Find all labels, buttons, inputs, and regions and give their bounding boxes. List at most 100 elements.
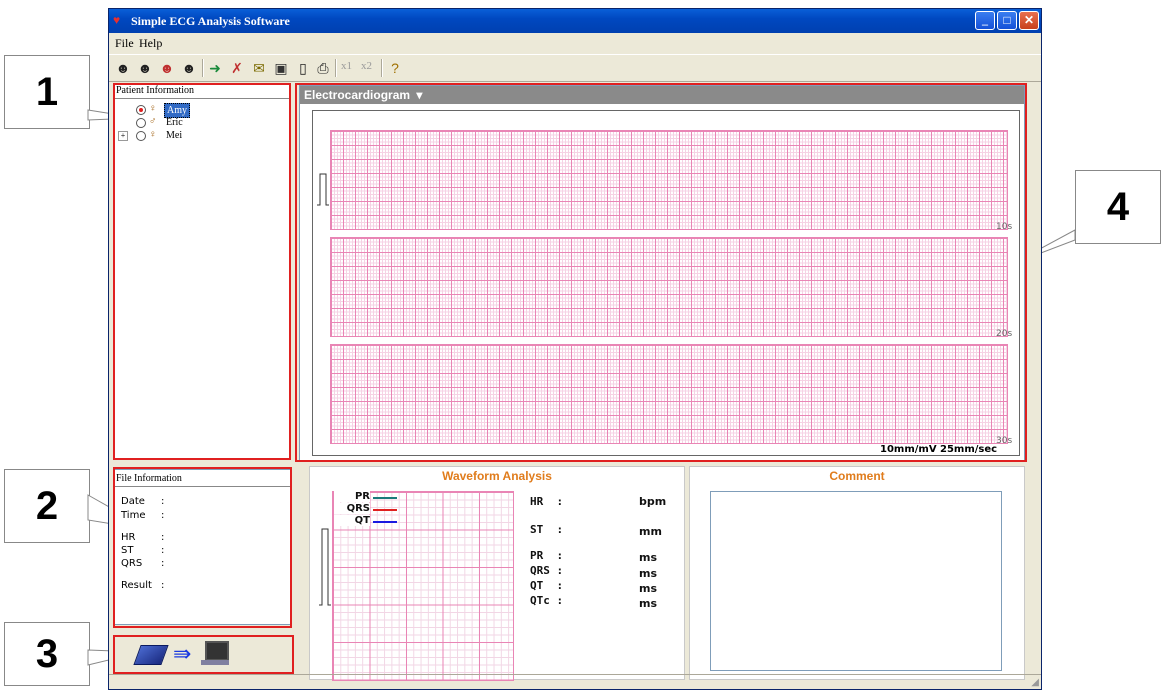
- delete-record-icon[interactable]: ✗: [227, 58, 247, 78]
- calibration-pulse: [317, 173, 329, 206]
- expand-plus-icon[interactable]: +: [118, 131, 128, 141]
- ecg-panel: Electrocardiogram ▾ 10s 20s 30s 10mm/mV …: [299, 85, 1025, 461]
- measure-qtc-label: QTc :: [530, 594, 564, 607]
- file-field-st: ST: [121, 545, 133, 556]
- patient-item-mei[interactable]: + ♀ Mei: [118, 129, 198, 142]
- print-icon[interactable]: ⎙: [313, 58, 333, 78]
- file-field-qrs-sep: :: [161, 558, 165, 569]
- patient-person-icon: ♀: [149, 103, 157, 114]
- field-label: ST: [121, 545, 134, 556]
- measure-qtc-unit: ms: [639, 597, 658, 610]
- file-field-time: Time: [121, 510, 145, 521]
- file-field-st-sep: :: [161, 545, 165, 556]
- zoom-x1-button[interactable]: x1: [341, 60, 352, 72]
- comment-textarea[interactable]: [710, 491, 1002, 671]
- ecg-header-label: Electrocardiogram: [304, 88, 411, 102]
- mail-icon[interactable]: ✉: [249, 58, 269, 78]
- file-field-time-sep: :: [161, 510, 165, 521]
- patient-info-title: Patient Information: [114, 84, 290, 99]
- measure-st-unit: mm: [639, 525, 662, 538]
- patient-item-eric[interactable]: ♂ Eric: [136, 116, 196, 129]
- field-label: Result: [121, 580, 152, 591]
- field-label: Date: [121, 496, 145, 507]
- print-preview-icon[interactable]: ▯: [293, 58, 313, 78]
- ecg-strip-2: [330, 237, 1008, 337]
- legend-pr: PR: [334, 491, 370, 502]
- legend-qt: QT: [334, 515, 370, 526]
- ecg-header[interactable]: Electrocardiogram ▾: [300, 86, 1024, 104]
- patient-person-icon: ♂: [149, 116, 157, 127]
- toolbar-separator: [335, 59, 337, 77]
- measure-qt-unit: ms: [639, 582, 658, 595]
- patient-info-panel: Patient Information ♀ Amy ♂ Eric + ♀ Mei: [113, 83, 291, 459]
- strip-time-label: 10s: [996, 222, 1013, 232]
- file-field-result-sep: :: [161, 580, 165, 591]
- patient-radio[interactable]: [136, 118, 146, 128]
- file-info-title: File Information: [114, 470, 290, 487]
- zoom-x2-button[interactable]: x2: [361, 60, 372, 72]
- file-field-date-sep: :: [161, 496, 165, 507]
- window-title: Simple ECG Analysis Software: [131, 14, 290, 28]
- minimize-button[interactable]: _: [975, 11, 995, 30]
- waveform-analysis-title: Waveform Analysis: [442, 469, 552, 483]
- file-field-result: Result: [121, 580, 152, 591]
- close-button[interactable]: ✕: [1019, 11, 1039, 30]
- app-heart-icon: ♥: [113, 13, 121, 27]
- patient-radio[interactable]: [136, 131, 146, 141]
- strip-time-label: 20s: [996, 329, 1013, 339]
- transfer-panel: ⇛: [113, 635, 293, 674]
- legend-qt-line: [373, 521, 397, 523]
- help-icon[interactable]: ?: [385, 58, 405, 78]
- patient-radio-selected[interactable]: [136, 105, 146, 115]
- field-label: QRS: [121, 558, 143, 569]
- file-field-date: Date: [121, 496, 145, 507]
- toolbar-separator: [381, 59, 383, 77]
- file-field-qrs: QRS: [121, 558, 142, 569]
- device-icon[interactable]: [133, 645, 169, 665]
- ecg-strip-3: [330, 344, 1008, 444]
- measure-qrs-label: QRS :: [530, 564, 564, 577]
- legend-qrs: QRS: [334, 503, 370, 514]
- legend-qrs-line: [373, 509, 397, 511]
- arrow-right-icon: ⇛: [173, 641, 191, 666]
- import-arrow-icon[interactable]: ➜: [205, 58, 225, 78]
- save-icon[interactable]: ▣: [271, 58, 291, 78]
- status-bar: ◢: [109, 674, 1041, 689]
- patient-delete-icon[interactable]: ☻: [157, 58, 177, 78]
- legend-pr-line: [373, 497, 397, 499]
- file-field-hr-sep: :: [161, 532, 165, 543]
- field-label: HR: [121, 532, 136, 543]
- toolbar-separator: [202, 59, 204, 77]
- patient-add-icon[interactable]: ☻: [113, 58, 133, 78]
- patient-name: Mei: [166, 130, 183, 141]
- patient-item-amy[interactable]: ♀ Amy: [136, 103, 196, 118]
- title-bar[interactable]: ♥ Simple ECG Analysis Software _ □ ✕: [109, 9, 1041, 33]
- gain-label: 10mm/mV: [880, 444, 937, 455]
- menu-help[interactable]: Help: [139, 36, 162, 51]
- patient-edit-icon[interactable]: ☻: [135, 58, 155, 78]
- ecg-strip-1: [330, 130, 1008, 230]
- resize-grip-icon[interactable]: ◢: [1031, 677, 1039, 688]
- waveform-analysis-panel: Waveform Analysis PR QRS QT HR : bpm ST …: [309, 466, 685, 681]
- app-window: ♥ Simple ECG Analysis Software _ □ ✕ Fil…: [108, 8, 1042, 690]
- measure-qt-label: QT :: [530, 579, 564, 592]
- dropdown-arrow-icon[interactable]: ▾: [416, 88, 422, 102]
- waveform-calibration-pulse: [319, 528, 331, 606]
- measure-qrs-unit: ms: [639, 567, 658, 580]
- maximize-button[interactable]: □: [997, 11, 1017, 30]
- file-field-hr: HR: [121, 532, 135, 543]
- menu-bar: File Help: [109, 33, 1041, 51]
- measure-pr-label: PR :: [530, 549, 564, 562]
- computer-icon[interactable]: [205, 641, 229, 661]
- field-label: Time: [121, 510, 146, 521]
- patient-search-icon[interactable]: ☻: [179, 58, 199, 78]
- speed-label: 25mm/sec: [940, 444, 998, 455]
- measure-hr-label: HR :: [530, 495, 564, 508]
- patient-person-icon: ♀: [149, 129, 157, 140]
- strip-time-label: 30s: [996, 436, 1013, 446]
- file-info-panel: File Information: [113, 469, 291, 625]
- menu-file[interactable]: File: [115, 36, 134, 51]
- comment-panel: Comment: [689, 466, 1025, 680]
- patient-name: Eric: [166, 117, 183, 128]
- measure-hr-unit: bpm: [639, 495, 667, 508]
